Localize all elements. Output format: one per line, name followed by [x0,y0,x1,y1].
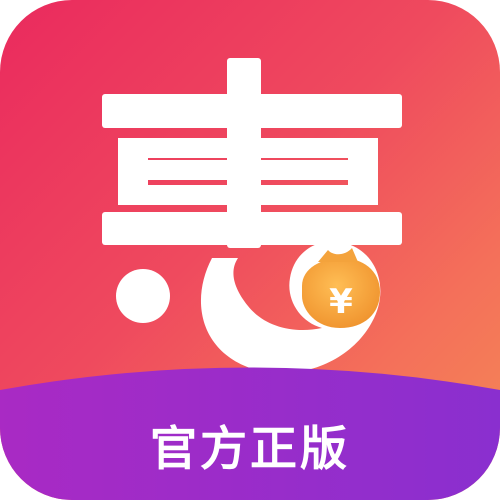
slogan-label: 官方正版 [150,422,350,477]
yen-symbol: ¥ [329,282,353,322]
hui-character-upper [102,58,402,248]
app-icon[interactable]: ¥ 官方正版 [0,0,500,500]
